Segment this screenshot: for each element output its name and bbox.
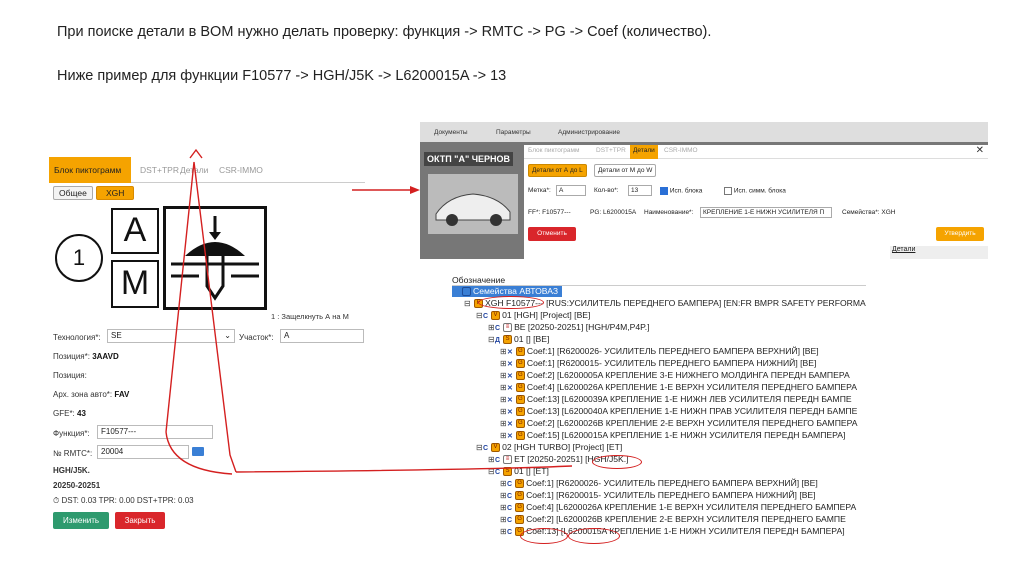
annotation-arrows <box>165 148 573 475</box>
